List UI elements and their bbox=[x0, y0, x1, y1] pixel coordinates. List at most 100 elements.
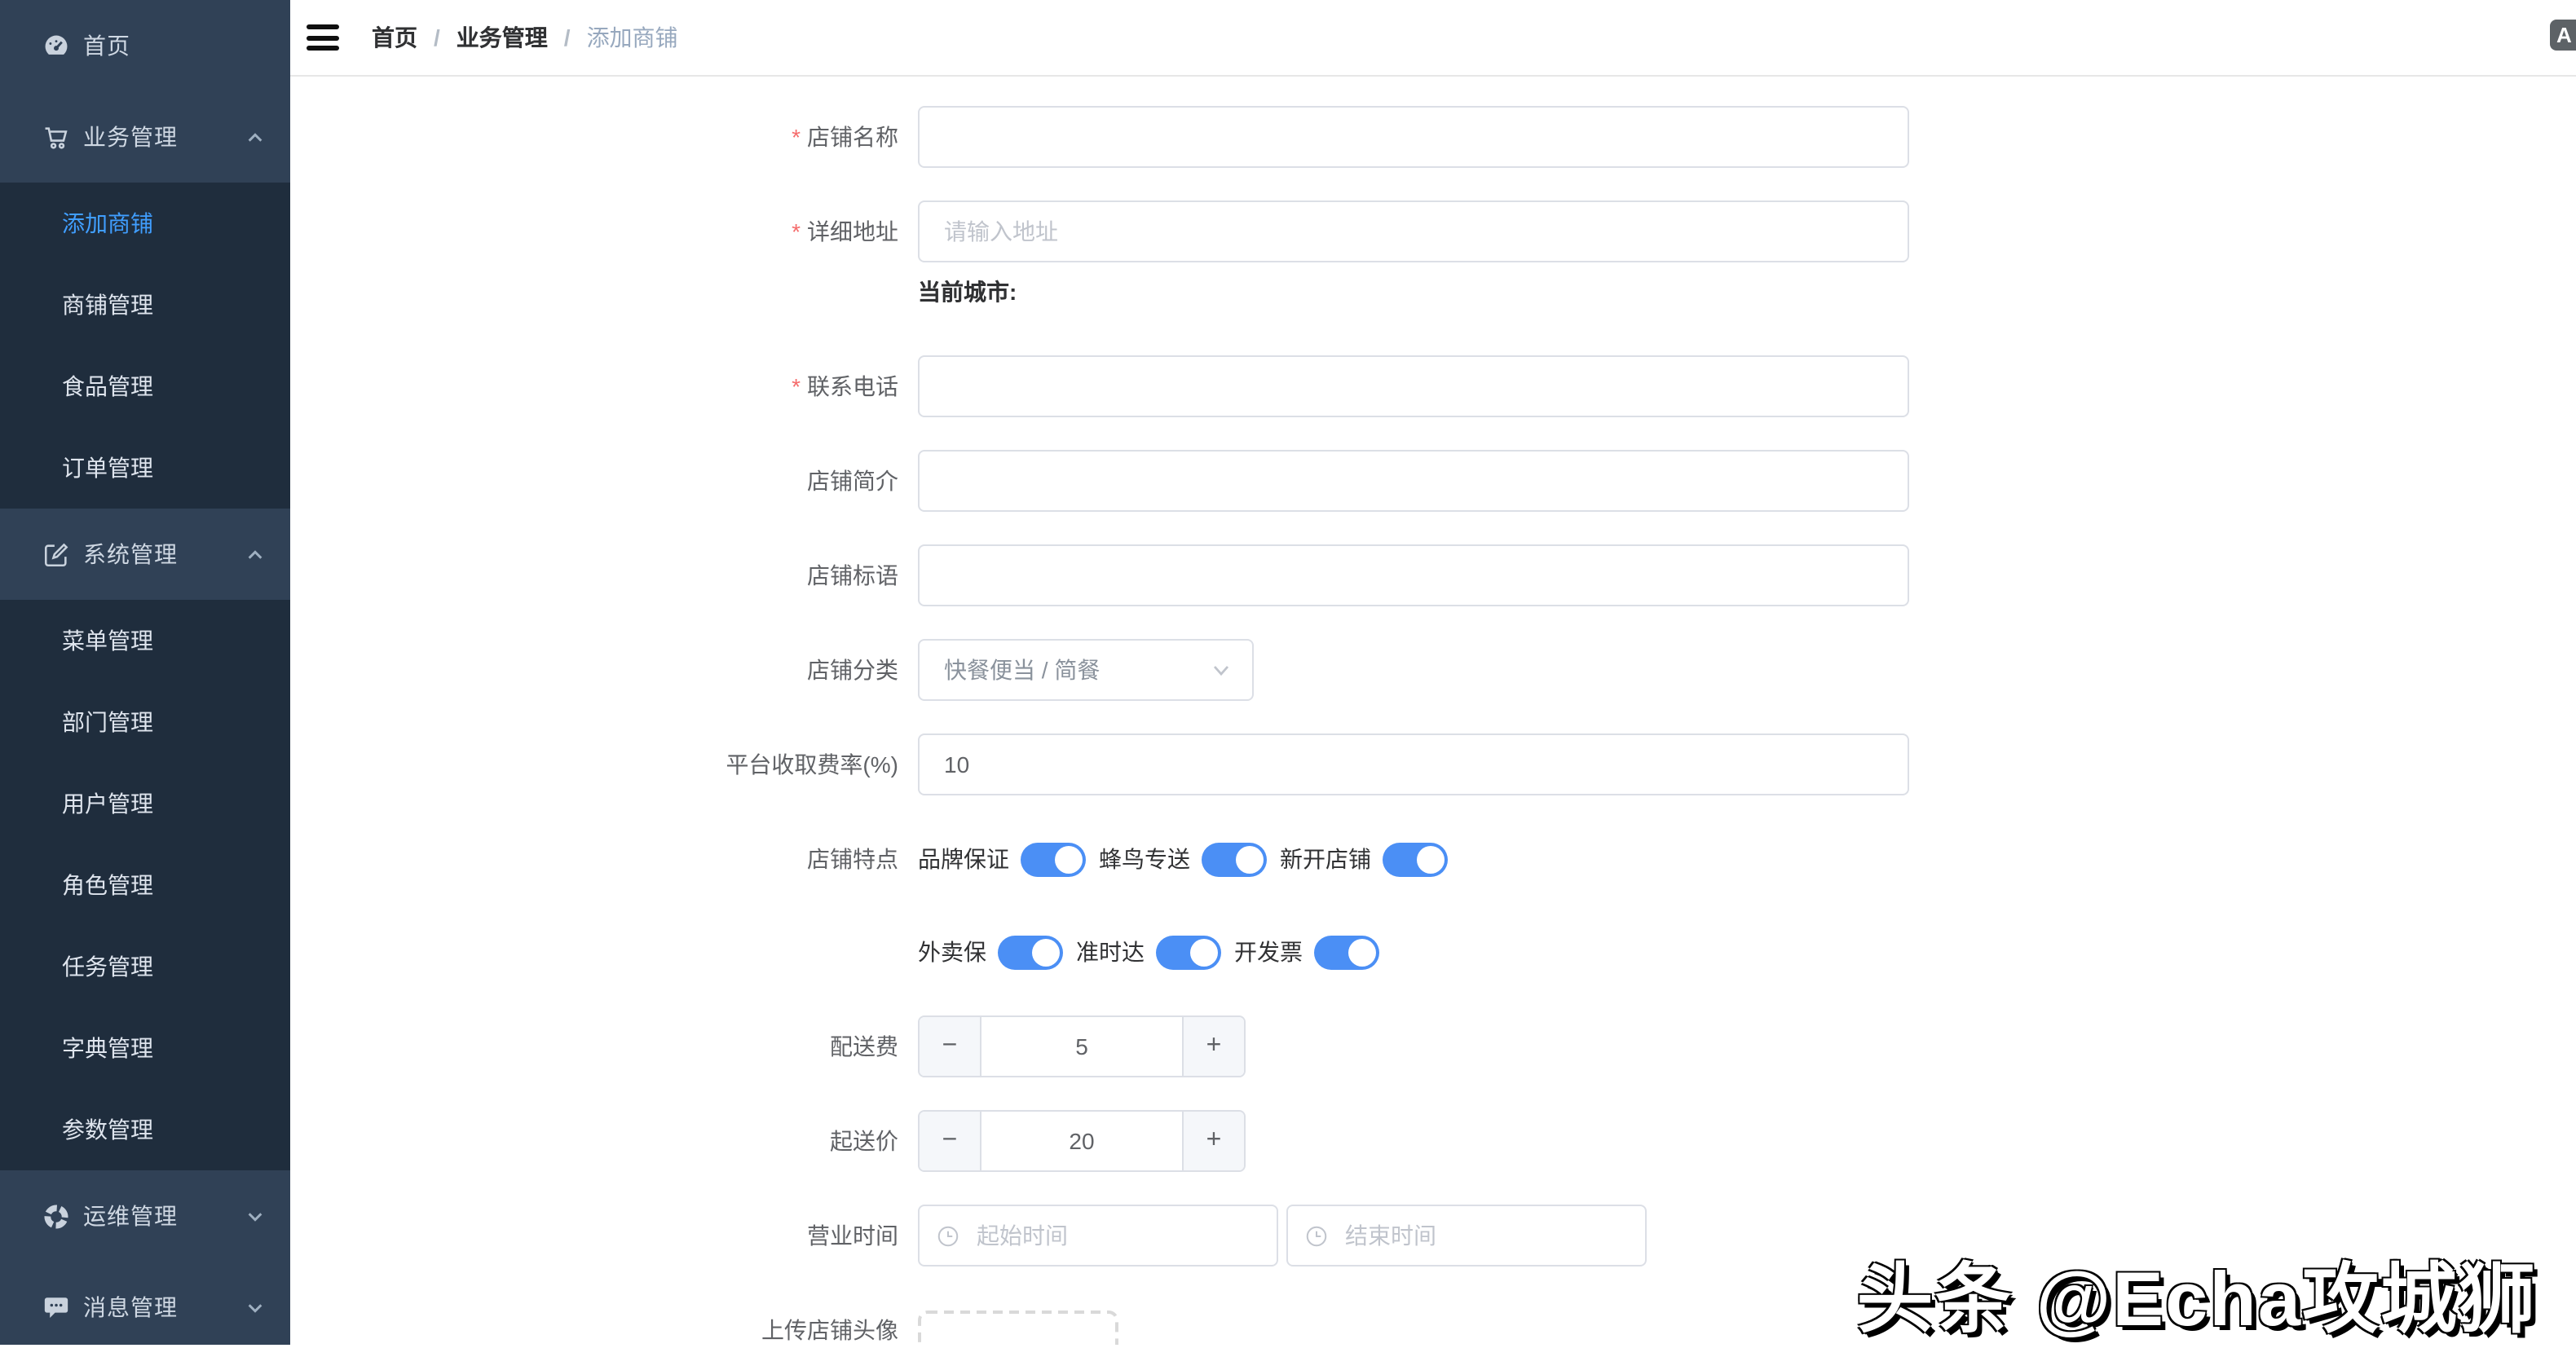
rate-input[interactable] bbox=[918, 733, 1909, 795]
min-price-value[interactable]: 20 bbox=[981, 1112, 1182, 1170]
field-label: *联系电话 bbox=[290, 355, 918, 417]
delivery-fee-value[interactable]: 5 bbox=[981, 1017, 1182, 1076]
breadcrumb: 首页 / 业务管理 / 添加商铺 bbox=[372, 21, 678, 54]
field-label: 上传店铺头像 bbox=[290, 1299, 918, 1345]
chevron-down-icon bbox=[246, 1208, 264, 1226]
plus-button[interactable]: + bbox=[1182, 1017, 1244, 1076]
form-row-features-2: 外卖保 准时达 开发票 bbox=[290, 921, 2576, 983]
brand-guarantee-toggle[interactable] bbox=[1021, 842, 1086, 876]
field-label: 营业时间 bbox=[290, 1205, 918, 1267]
category-select-value: 快餐便当 / 简餐 bbox=[944, 654, 1210, 686]
category-select[interactable]: 快餐便当 / 简餐 bbox=[918, 639, 1254, 701]
takeout-insurance-toggle[interactable] bbox=[998, 935, 1063, 969]
form-row-shop-name: *店铺名称 bbox=[290, 106, 2576, 168]
field-label: *详细地址 bbox=[290, 200, 918, 262]
sidebar-item-label: 系统管理 bbox=[83, 538, 178, 570]
intro-input[interactable] bbox=[918, 450, 1909, 512]
phone-input[interactable] bbox=[918, 355, 1909, 417]
sidebar-submenu-business: 添加商铺 商铺管理 食品管理 订单管理 bbox=[0, 183, 290, 509]
feature-label: 准时达 bbox=[1076, 936, 1145, 968]
form-row-features-1: 店铺特点 品牌保证 蜂鸟专送 新开店铺 bbox=[290, 828, 2576, 890]
sidebar-item-param-mgmt[interactable]: 参数管理 bbox=[0, 1089, 290, 1170]
address-input[interactable] bbox=[918, 200, 1909, 262]
form-row-slogan: 店铺标语 bbox=[290, 544, 2576, 606]
shop-name-input[interactable] bbox=[918, 106, 1909, 168]
sidebar-item-menu-mgmt[interactable]: 菜单管理 bbox=[0, 600, 290, 681]
sidebar-item-home[interactable]: 首页 bbox=[0, 0, 290, 91]
breadcrumb-business[interactable]: 业务管理 bbox=[457, 21, 548, 54]
edit-icon bbox=[42, 540, 70, 568]
form-row-current-city: 当前城市: bbox=[290, 277, 2576, 308]
dashboard-icon bbox=[42, 32, 70, 59]
slogan-input[interactable] bbox=[918, 544, 1909, 606]
field-label-spacer bbox=[290, 277, 918, 308]
sidebar-item-dept-mgmt[interactable]: 部门管理 bbox=[0, 681, 290, 763]
field-label: 店铺标语 bbox=[290, 544, 918, 606]
start-time-picker[interactable] bbox=[918, 1205, 1278, 1267]
sidebar-item-add-shop[interactable]: 添加商铺 bbox=[0, 183, 290, 264]
hamburger-icon[interactable] bbox=[307, 24, 339, 51]
sidebar-submenu-system: 菜单管理 部门管理 用户管理 角色管理 任务管理 字典管理 参数管理 bbox=[0, 600, 290, 1170]
sidebar-item-shop-mgmt[interactable]: 商铺管理 bbox=[0, 264, 290, 346]
fengniao-delivery-toggle[interactable] bbox=[1202, 842, 1267, 876]
breadcrumb-current: 添加商铺 bbox=[587, 21, 678, 54]
feature-label: 外卖保 bbox=[918, 936, 986, 968]
end-time-picker[interactable] bbox=[1286, 1205, 1647, 1267]
sidebar-item-user-mgmt[interactable]: 用户管理 bbox=[0, 763, 290, 844]
field-label: 店铺简介 bbox=[290, 450, 918, 512]
field-label: 平台收取费率(%) bbox=[290, 733, 918, 795]
field-label: 起送价 bbox=[290, 1110, 918, 1172]
chat-icon bbox=[42, 1293, 70, 1321]
sidebar-item-label: 运维管理 bbox=[83, 1200, 178, 1232]
lifebuoy-icon bbox=[42, 1202, 70, 1230]
end-time-input[interactable] bbox=[1342, 1221, 1645, 1250]
required-asterisk: * bbox=[792, 373, 801, 399]
form-row-address: *详细地址 bbox=[290, 200, 2576, 262]
breadcrumb-separator: / bbox=[434, 24, 440, 51]
field-label: 店铺特点 bbox=[290, 828, 918, 890]
breadcrumb-home[interactable]: 首页 bbox=[372, 21, 417, 54]
sidebar-item-message[interactable]: 消息管理 bbox=[0, 1262, 290, 1345]
top-navbar: 首页 / 业务管理 / 添加商铺 A bbox=[290, 0, 2576, 77]
required-asterisk: * bbox=[792, 124, 801, 150]
form-row-rate: 平台收取费率(%) bbox=[290, 733, 2576, 795]
chevron-down-icon bbox=[1210, 659, 1233, 681]
clock-icon bbox=[936, 1223, 960, 1248]
sidebar-item-system[interactable]: 系统管理 bbox=[0, 509, 290, 600]
chevron-down-icon bbox=[246, 1299, 264, 1317]
feature-label: 新开店铺 bbox=[1280, 843, 1371, 875]
chevron-up-icon bbox=[246, 546, 264, 564]
invoice-toggle[interactable] bbox=[1314, 935, 1379, 969]
new-shop-toggle[interactable] bbox=[1383, 842, 1448, 876]
form-row-category: 店铺分类 快餐便当 / 简餐 bbox=[290, 639, 2576, 701]
sidebar-item-label: 消息管理 bbox=[83, 1291, 178, 1324]
form-row-min-price: 起送价 − 20 + bbox=[290, 1110, 2576, 1172]
minus-button[interactable]: − bbox=[920, 1112, 981, 1170]
sidebar-item-label: 业务管理 bbox=[83, 121, 178, 153]
minus-button[interactable]: − bbox=[920, 1017, 981, 1076]
start-time-input[interactable] bbox=[973, 1221, 1277, 1250]
sidebar-item-dict-mgmt[interactable]: 字典管理 bbox=[0, 1007, 290, 1089]
min-price-stepper: − 20 + bbox=[918, 1110, 1246, 1172]
feature-label: 开发票 bbox=[1234, 936, 1303, 968]
chevron-up-icon bbox=[246, 129, 264, 147]
field-label: *店铺名称 bbox=[290, 106, 918, 168]
field-label: 店铺分类 bbox=[290, 639, 918, 701]
cart-icon bbox=[42, 123, 70, 151]
sidebar-item-order-mgmt[interactable]: 订单管理 bbox=[0, 427, 290, 509]
form-row-intro: 店铺简介 bbox=[290, 450, 2576, 512]
add-shop-form: *店铺名称 *详细地址 当前城市: *联系电话 店铺简介 bbox=[290, 77, 2576, 1345]
app-root: 首页 业务管理 添加商铺 商铺管理 食品管理 订单管理 系统管理 bbox=[0, 0, 2576, 1345]
sidebar: 首页 业务管理 添加商铺 商铺管理 食品管理 订单管理 系统管理 bbox=[0, 0, 290, 1345]
avatar-upload-dropzone[interactable] bbox=[918, 1311, 1118, 1345]
required-asterisk: * bbox=[792, 218, 801, 244]
sidebar-item-task-mgmt[interactable]: 任务管理 bbox=[0, 926, 290, 1007]
sidebar-item-ops[interactable]: 运维管理 bbox=[0, 1170, 290, 1262]
on-time-toggle[interactable] bbox=[1156, 935, 1221, 969]
sidebar-item-role-mgmt[interactable]: 角色管理 bbox=[0, 844, 290, 926]
corner-overlay-badge[interactable]: A bbox=[2550, 20, 2576, 51]
field-label: 配送费 bbox=[290, 1015, 918, 1077]
plus-button[interactable]: + bbox=[1182, 1112, 1244, 1170]
sidebar-item-business[interactable]: 业务管理 bbox=[0, 91, 290, 183]
sidebar-item-food-mgmt[interactable]: 食品管理 bbox=[0, 346, 290, 427]
